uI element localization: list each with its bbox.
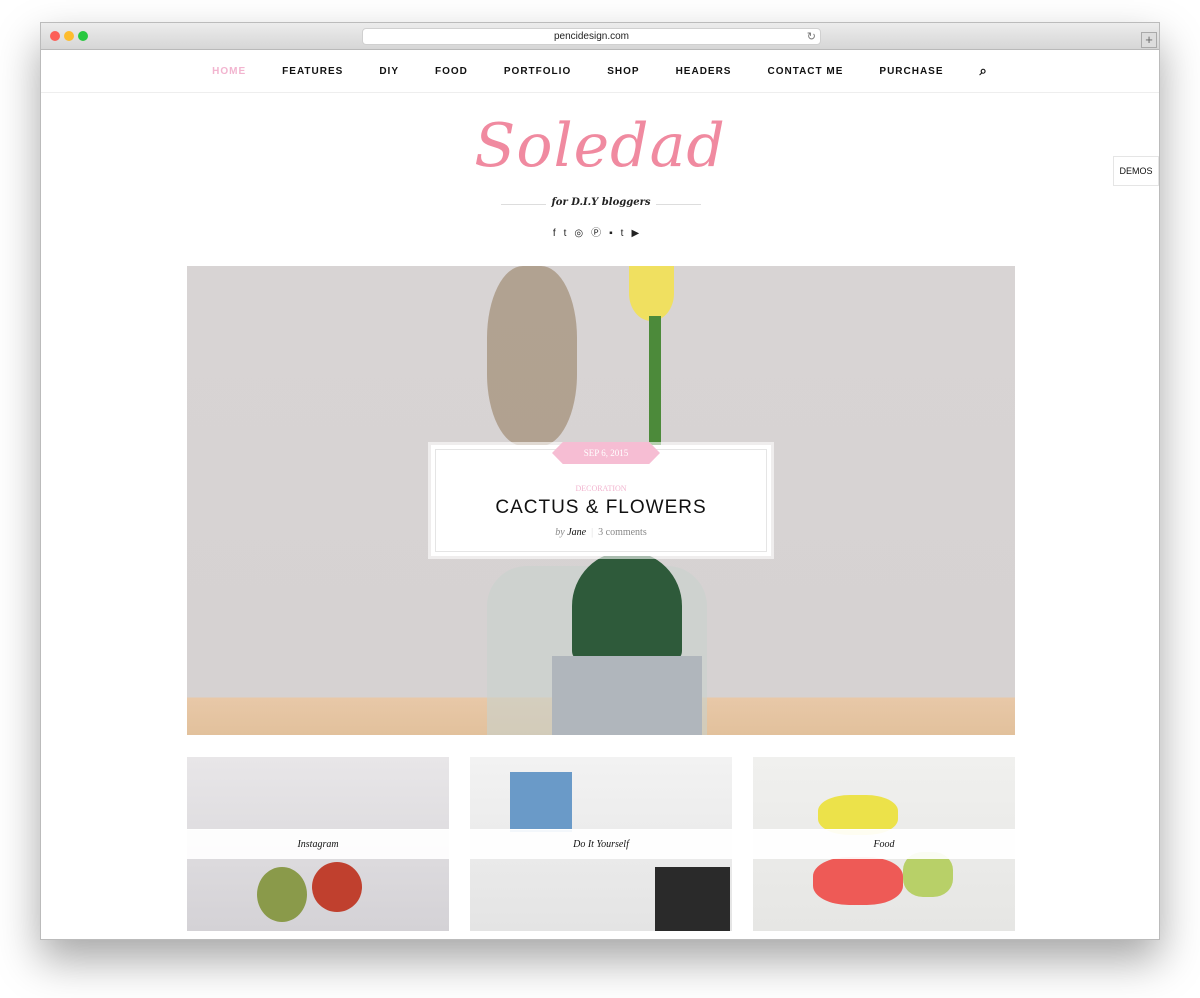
category-label: Do It Yourself: [470, 829, 732, 859]
category-instagram[interactable]: Instagram: [187, 757, 449, 931]
title-bar: pencidesign.com ↻ +: [41, 23, 1159, 50]
nav-features[interactable]: FEATURES: [282, 66, 343, 77]
by-label: by: [555, 527, 565, 538]
reload-icon[interactable]: ↻: [807, 29, 816, 45]
nav-home[interactable]: HOME: [212, 66, 246, 77]
cactus: [572, 551, 682, 661]
featured-post-image[interactable]: SEP 6, 2015 DECORATION CACTUS & FLOWERS …: [187, 266, 1015, 735]
nav-contact[interactable]: CONTACT ME: [767, 66, 843, 77]
facebook-icon[interactable]: f: [553, 228, 564, 239]
category-label: Food: [753, 829, 1015, 859]
metal-pot: [552, 656, 702, 735]
category-diy[interactable]: Do It Yourself: [470, 757, 732, 931]
site-logo[interactable]: Soledad: [41, 111, 1159, 181]
category-label: Instagram: [187, 829, 449, 859]
search-icon[interactable]: ⌕: [980, 63, 988, 79]
post-author[interactable]: Jane: [567, 527, 586, 538]
tulip: [629, 266, 674, 321]
post-date: SEP 6, 2015: [552, 442, 660, 464]
nav-food[interactable]: FOOD: [435, 66, 468, 77]
new-tab-button[interactable]: +: [1141, 32, 1157, 48]
nav-headers[interactable]: HEADERS: [676, 66, 732, 77]
twitter-icon[interactable]: t: [564, 228, 575, 239]
flickr-icon[interactable]: ▪: [609, 228, 621, 239]
post-comments[interactable]: 3 comments: [598, 527, 647, 538]
nav-diy[interactable]: DIY: [379, 66, 399, 77]
browser-window: pencidesign.com ↻ + HOME FEATURES DIY FOO…: [40, 22, 1160, 940]
nav-purchase[interactable]: PURCHASE: [879, 66, 943, 77]
url-text: pencidesign.com: [553, 31, 630, 42]
nav-shop[interactable]: SHOP: [607, 66, 639, 77]
category-food[interactable]: Food: [753, 757, 1015, 931]
dried-flowers: [487, 266, 577, 446]
social-icons: ft◎Ⓟ▪t▶: [41, 224, 1159, 239]
address-bar[interactable]: pencidesign.com ↻: [362, 28, 821, 45]
minimize-button[interactable]: [64, 31, 74, 41]
tagline: for D.I.Y bloggers: [551, 197, 651, 208]
main-nav: HOME FEATURES DIY FOOD PORTFOLIO SHOP HE…: [41, 50, 1159, 93]
close-button[interactable]: [50, 31, 60, 41]
post-category[interactable]: DECORATION: [436, 484, 766, 493]
divider: [656, 204, 701, 205]
zoom-button[interactable]: [78, 31, 88, 41]
post-title[interactable]: CACTUS & FLOWERS: [436, 497, 766, 519]
youtube-icon[interactable]: ▶: [631, 228, 647, 239]
demos-button[interactable]: DEMOS: [1113, 156, 1159, 186]
featured-post-card: SEP 6, 2015 DECORATION CACTUS & FLOWERS …: [431, 442, 771, 556]
nav-portfolio[interactable]: PORTFOLIO: [504, 66, 571, 77]
instagram-icon[interactable]: ◎: [574, 228, 591, 239]
tumblr-icon[interactable]: t: [621, 228, 632, 239]
pinterest-icon[interactable]: Ⓟ: [591, 228, 609, 239]
